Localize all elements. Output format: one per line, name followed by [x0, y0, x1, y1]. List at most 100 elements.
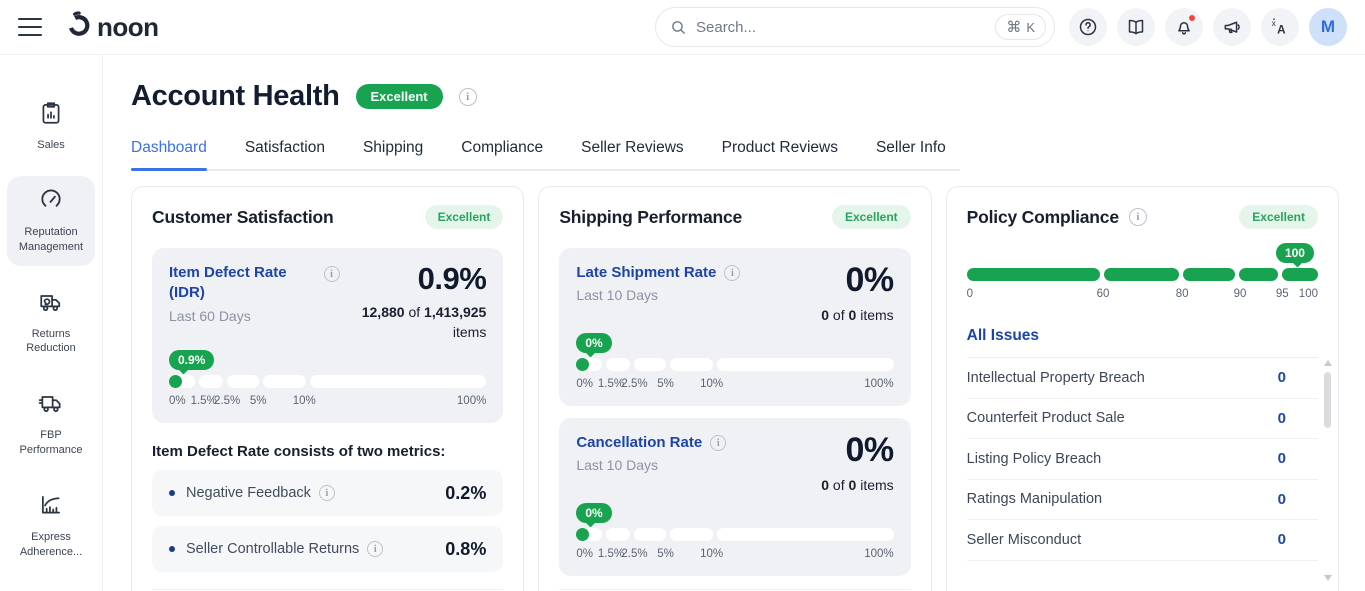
metric-value: 0.9%: [340, 263, 487, 296]
sidebar-item-sales[interactable]: Sales: [7, 89, 95, 164]
card-section-divider: [559, 589, 910, 590]
main-content: Account Health Excellent Dashboard Satis…: [103, 55, 1365, 591]
sidebar-item-express-adherence[interactable]: Express Adherence...: [7, 481, 95, 571]
late-shipment-rate-box: Late Shipment Rate Last 10 Days 0% 0 of …: [559, 248, 910, 406]
tab-seller-info[interactable]: Seller Info: [876, 139, 946, 169]
tab-satisfaction[interactable]: Satisfaction: [245, 139, 325, 169]
policy-compliance-card: Policy Compliance Excellent 100: [946, 186, 1339, 591]
policy-compliance-info-icon[interactable]: [1129, 208, 1147, 226]
idr-info-icon[interactable]: [324, 266, 340, 282]
meter-bar: [576, 528, 893, 541]
metric-title-link[interactable]: Late Shipment Rate: [576, 263, 716, 283]
idr-note: Item Defect Rate consists of two metrics…: [152, 443, 503, 460]
meter-segment: [967, 268, 1101, 281]
notification-dot: [1187, 13, 1197, 23]
return-truck-icon: [38, 289, 64, 320]
card-section-divider: [152, 589, 503, 590]
scroll-up-icon[interactable]: [1324, 360, 1332, 366]
meter-segment: [227, 375, 259, 388]
scroll-down-icon[interactable]: [1324, 575, 1332, 581]
search-shortcut-badge: ⌘ K: [995, 14, 1046, 40]
book-icon: [1126, 17, 1146, 37]
account-health-info-icon[interactable]: [459, 88, 477, 106]
late-shipment-info-icon[interactable]: [724, 265, 740, 281]
issue-row: Ratings Manipulation 0: [967, 480, 1318, 521]
page-title: Account Health: [131, 80, 340, 113]
scrollbar-thumb[interactable]: [1324, 372, 1331, 428]
sales-clipboard-icon: [38, 100, 64, 131]
search-icon: [670, 19, 687, 36]
status-badge: Excellent: [1239, 205, 1318, 229]
meter-segment: [717, 358, 893, 371]
sidebar-item-reputation-management[interactable]: Reputation Management: [7, 176, 95, 266]
announcements-button[interactable]: [1213, 8, 1251, 46]
tab-seller-reviews[interactable]: Seller Reviews: [581, 139, 684, 169]
card-title: Policy Compliance: [967, 207, 1119, 228]
seller-dashboard-app: noon ⌘ K: [0, 0, 1365, 591]
all-issues-link[interactable]: All Issues: [967, 327, 1318, 358]
noon-logo[interactable]: noon: [66, 11, 159, 43]
sidebar-item-fbp-performance[interactable]: FBP Performance: [7, 379, 95, 469]
metric-label: Seller Controllable Returns: [186, 541, 359, 557]
meter-ticks: 0 60 80 90 95 100: [967, 288, 1318, 303]
notifications-button[interactable]: [1165, 8, 1203, 46]
status-badge: Excellent: [832, 205, 911, 229]
sidebar-item-returns-reduction[interactable]: Returns Reduction: [7, 278, 95, 368]
card-title: Shipping Performance: [559, 207, 742, 228]
meter-segment: [717, 528, 893, 541]
language-button[interactable]: x A: [1261, 8, 1299, 46]
meter-bar: [576, 358, 893, 371]
menu-icon[interactable]: [18, 18, 42, 36]
meter-segment: [263, 375, 306, 388]
tab-dashboard[interactable]: Dashboard: [131, 139, 207, 169]
avatar[interactable]: M: [1309, 8, 1347, 46]
card-title: Customer Satisfaction: [152, 207, 334, 228]
metric-title-link[interactable]: Item Defect Rate (IDR): [169, 263, 314, 304]
metric-period: Last 10 Days: [576, 457, 726, 473]
idr-meter: 0.9% 0% 1.5% 2.5%: [169, 350, 486, 410]
meter-ticks: 0% 1.5% 2.5% 5% 10% 100%: [169, 395, 486, 410]
tab-product-reviews[interactable]: Product Reviews: [722, 139, 838, 169]
tab-shipping[interactable]: Shipping: [363, 139, 423, 169]
meter-marker-dot: [169, 375, 182, 388]
svg-text:A: A: [1277, 23, 1286, 36]
issues-scrollbar[interactable]: [1323, 360, 1332, 581]
meter-segment: [606, 528, 630, 541]
meter-segment: [199, 375, 223, 388]
sidebar-item-label: FBP Performance: [10, 428, 92, 458]
bullet-icon: [169, 546, 175, 552]
meter-segment: [670, 358, 713, 371]
cancellation-rate-box: Cancellation Rate Last 10 Days 0% 0 of 0…: [559, 418, 910, 576]
meter-segment: [1104, 268, 1179, 281]
meter-tooltip: 0.9%: [169, 350, 214, 370]
meter-tooltip: 0%: [576, 333, 611, 353]
sidebar-item-label: Reputation Management: [10, 225, 92, 255]
metric-value: 0.2%: [445, 483, 486, 504]
issue-count: 0: [1278, 450, 1318, 467]
metric-title-link[interactable]: Cancellation Rate: [576, 433, 702, 453]
gauge-icon: [38, 187, 64, 218]
topbar-actions: x A M: [1069, 8, 1347, 46]
item-defect-rate-box: Item Defect Rate (IDR) Last 60 Days 0.9%…: [152, 248, 503, 423]
issue-count: 0: [1278, 491, 1318, 508]
search-bar[interactable]: ⌘ K: [655, 7, 1055, 47]
meter-segment: [606, 358, 630, 371]
help-button[interactable]: [1069, 8, 1107, 46]
issue-count: 0: [1278, 410, 1318, 427]
seller-controllable-returns-row: Seller Controllable Returns 0.8%: [152, 526, 503, 572]
cancellation-info-icon[interactable]: [710, 435, 726, 451]
meter-bar: [967, 268, 1318, 281]
status-badge: Excellent: [425, 205, 504, 229]
seller-controllable-returns-info-icon[interactable]: [367, 541, 383, 557]
meter-segment: [634, 528, 666, 541]
shipping-performance-card: Shipping Performance Excellent Late Ship…: [538, 186, 931, 591]
metric-label: Negative Feedback: [186, 485, 311, 501]
negative-feedback-info-icon[interactable]: [319, 485, 335, 501]
meter-segment: [1239, 268, 1278, 281]
meter-tooltip: 0%: [576, 503, 611, 523]
search-input[interactable]: [696, 19, 995, 36]
page-header: Account Health Excellent: [131, 80, 1339, 113]
guide-button[interactable]: [1117, 8, 1155, 46]
tab-compliance[interactable]: Compliance: [461, 139, 543, 169]
metric-value: 0.8%: [445, 539, 486, 560]
